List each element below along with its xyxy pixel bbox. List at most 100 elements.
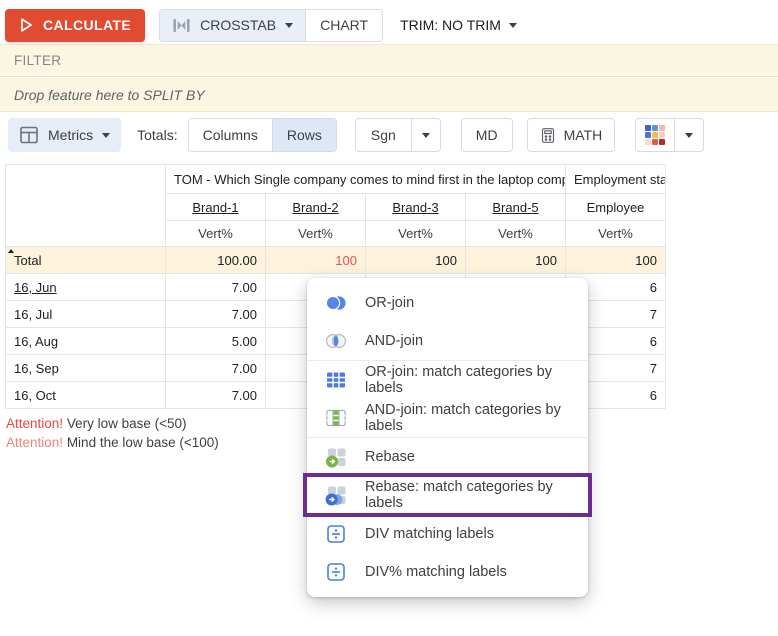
table-layout-icon bbox=[19, 125, 39, 145]
attention-prefix: Attention! bbox=[6, 435, 63, 450]
totals-columns-label: Columns bbox=[203, 127, 258, 143]
chevron-down-icon bbox=[422, 133, 430, 138]
split-by-drop-zone[interactable]: Drop feature here to SPLIT BY bbox=[0, 78, 778, 112]
row-header-16-sep[interactable]: 16, Sep bbox=[6, 355, 166, 382]
metric-header: Vert% bbox=[366, 221, 466, 247]
row-label-text: 16, Oct bbox=[14, 388, 56, 403]
column-header-employee[interactable]: Employee bbox=[566, 194, 666, 221]
table-cell: 5.00 bbox=[166, 328, 266, 355]
menu-item-div-matching-labels[interactable]: DIV matching labels bbox=[307, 515, 588, 553]
table-cell: 7.00 bbox=[166, 274, 266, 301]
row-header-16-aug[interactable]: 16, Aug bbox=[6, 328, 166, 355]
calculator-icon bbox=[540, 127, 556, 144]
math-button[interactable]: MATH bbox=[527, 118, 616, 152]
totals-rows-button[interactable]: Rows bbox=[272, 119, 336, 151]
row-label-text: 16, Jun bbox=[14, 280, 57, 295]
group-header-employment[interactable]: Employment stat bbox=[566, 165, 666, 194]
attention-prefix: Attention! bbox=[6, 416, 63, 431]
table-corner-cell bbox=[6, 165, 166, 247]
crosstab-join-icon bbox=[172, 17, 191, 34]
totals-columns-button[interactable]: Columns bbox=[189, 119, 272, 151]
sort-asc-icon bbox=[8, 249, 14, 253]
calculate-button[interactable]: CALCULATE bbox=[5, 9, 145, 42]
sgn-label: Sgn bbox=[371, 127, 396, 143]
metric-header: Vert% bbox=[566, 221, 666, 247]
row-header-16-jun[interactable]: 16, Jun bbox=[6, 274, 166, 301]
row-label-text: 16, Aug bbox=[14, 334, 58, 349]
heatmap-button[interactable] bbox=[636, 119, 674, 151]
table-cell-low-base: 100 bbox=[266, 247, 366, 274]
rebase-green-icon bbox=[324, 445, 348, 469]
md-button[interactable]: MD bbox=[461, 118, 513, 152]
heatmap-grid-icon bbox=[645, 125, 665, 145]
menu-item-label: Rebase bbox=[365, 449, 415, 465]
column-header-brand-1[interactable]: Brand-1 bbox=[166, 194, 266, 221]
metric-header: Vert% bbox=[266, 221, 366, 247]
column-header-brand-5[interactable]: Brand-5 bbox=[466, 194, 566, 221]
rebase-match-blue-icon bbox=[324, 483, 348, 507]
heatmap-split-button bbox=[635, 118, 704, 152]
menu-item-label: Rebase: match categories by labels bbox=[365, 479, 571, 511]
group-header-tom[interactable]: TOM - Which Single company comes to mind… bbox=[166, 165, 566, 194]
totals-rows-label: Rows bbox=[287, 127, 322, 143]
row-header-total[interactable]: Total bbox=[6, 247, 166, 274]
row-header-16-jul[interactable]: 16, Jul bbox=[6, 301, 166, 328]
filter-drop-zone[interactable]: FILTER bbox=[0, 44, 778, 77]
menu-item-label: DIV% matching labels bbox=[365, 564, 507, 580]
filter-label: FILTER bbox=[14, 53, 61, 68]
table-cell: 100 bbox=[566, 247, 666, 274]
chart-tab[interactable]: CHART bbox=[306, 10, 382, 41]
main-toolbar: CALCULATE CROSSTAB CHART TRIM: NO TRIM bbox=[0, 0, 778, 44]
table-cell: 100 bbox=[366, 247, 466, 274]
join-context-menu: OR-join AND-join OR-join: match categori… bbox=[307, 278, 588, 597]
trim-dropdown[interactable]: TRIM: NO TRIM bbox=[400, 17, 517, 33]
calculate-label: CALCULATE bbox=[43, 17, 131, 33]
attention-text: Very low base (<50) bbox=[67, 416, 187, 431]
trim-label: TRIM: NO TRIM bbox=[400, 17, 501, 33]
row-label-text: Total bbox=[14, 253, 41, 268]
div-icon bbox=[324, 522, 348, 546]
play-icon bbox=[19, 17, 34, 33]
metrics-button[interactable]: Metrics bbox=[8, 118, 121, 152]
attention-text: Mind the low base (<100) bbox=[67, 435, 219, 450]
column-header-brand-2[interactable]: Brand-2 bbox=[266, 194, 366, 221]
sgn-split-button: Sgn bbox=[355, 118, 441, 152]
crosstab-tab[interactable]: CROSSTAB bbox=[160, 10, 306, 41]
math-label: MATH bbox=[564, 127, 603, 143]
menu-item-or-join-match-labels[interactable]: OR-join: match categories by labels bbox=[307, 361, 588, 399]
column-header-brand-3[interactable]: Brand-3 bbox=[366, 194, 466, 221]
chevron-down-icon bbox=[102, 133, 110, 138]
view-toggle: CROSSTAB CHART bbox=[159, 9, 383, 42]
metric-header: Vert% bbox=[466, 221, 566, 247]
menu-item-rebase-match-labels[interactable]: Rebase: match categories by labels bbox=[307, 476, 588, 514]
crosstab-label: CROSSTAB bbox=[200, 17, 276, 33]
menu-item-label: AND-join bbox=[365, 333, 423, 349]
row-label-text: 16, Sep bbox=[14, 361, 59, 376]
split-by-hint: Drop feature here to SPLIT BY bbox=[14, 87, 205, 103]
menu-item-and-join-match-labels[interactable]: AND-join: match categories by labels bbox=[307, 399, 588, 437]
sgn-caret-button[interactable] bbox=[411, 119, 440, 151]
row-label-text: 16, Jul bbox=[14, 307, 52, 322]
table-cell: 7.00 bbox=[166, 355, 266, 382]
menu-item-or-join[interactable]: OR-join bbox=[307, 284, 588, 322]
menu-item-label: OR-join bbox=[365, 295, 414, 311]
grid-match-or-icon bbox=[324, 368, 348, 392]
chevron-down-icon bbox=[685, 133, 693, 138]
heatmap-caret-button[interactable] bbox=[674, 119, 703, 151]
chevron-down-icon bbox=[285, 23, 293, 28]
metric-header: Vert% bbox=[166, 221, 266, 247]
totals-toggle: Columns Rows bbox=[188, 118, 337, 152]
grid-match-and-icon bbox=[324, 406, 348, 430]
venn-and-icon bbox=[324, 329, 348, 353]
totals-label: Totals: bbox=[137, 127, 177, 143]
menu-item-label: AND-join: match categories by labels bbox=[365, 402, 571, 434]
div-percent-icon bbox=[324, 560, 348, 584]
menu-item-and-join[interactable]: AND-join bbox=[307, 322, 588, 360]
venn-or-icon bbox=[324, 291, 348, 315]
chevron-down-icon bbox=[509, 23, 517, 28]
menu-item-rebase[interactable]: Rebase bbox=[307, 438, 588, 476]
sgn-button[interactable]: Sgn bbox=[356, 119, 411, 151]
menu-item-div-percent-matching-labels[interactable]: DIV% matching labels bbox=[307, 553, 588, 591]
row-header-16-oct[interactable]: 16, Oct bbox=[6, 382, 166, 409]
chart-label: CHART bbox=[320, 17, 368, 33]
